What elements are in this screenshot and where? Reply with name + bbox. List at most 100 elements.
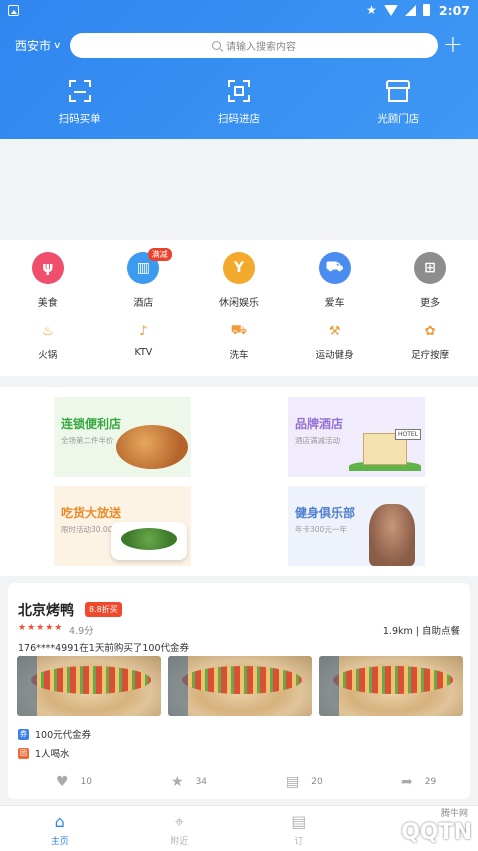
category-food[interactable]: ψ 美食 bbox=[0, 252, 96, 309]
watermark-text: QQTN bbox=[401, 820, 472, 845]
category-hotel[interactable]: ▥ 满减 酒店 bbox=[96, 248, 192, 309]
status-bar: ★ 2:07 bbox=[0, 0, 478, 20]
heart-icon: ♥ bbox=[56, 774, 69, 790]
scan-enter-icon bbox=[226, 78, 252, 104]
voucher-icon: 券 bbox=[18, 728, 29, 740]
promo-card-brand-hotel[interactable]: 品牌酒店 酒店满减活动 HOTEL bbox=[288, 397, 425, 477]
nav-label: 主页 bbox=[50, 837, 69, 847]
car-wash-icon: ⛟ bbox=[230, 322, 248, 338]
status-time: 2:07 bbox=[438, 2, 470, 18]
search-placeholder: 请输入搜索内容 bbox=[226, 42, 296, 53]
scan-enter-label: 扫码进店 bbox=[217, 113, 260, 125]
promo-card-fitness-club[interactable]: 健身俱乐部 年卡300元一年 bbox=[288, 486, 425, 566]
share-icon: ➦ bbox=[401, 774, 413, 790]
scan-pay-label: 扫码买单 bbox=[58, 113, 101, 125]
share-button[interactable]: ➦ 29 bbox=[353, 774, 468, 790]
chevron-down-icon: ∨ bbox=[53, 40, 62, 51]
shop-photo[interactable] bbox=[319, 656, 463, 716]
snacks-image bbox=[116, 425, 188, 469]
city-selector[interactable]: 西安市 ∨ bbox=[15, 37, 62, 54]
watermark-small-text: 腾牛网 bbox=[440, 809, 468, 819]
promo-section: 连锁便利店 全场第二件半价 品牌酒店 酒店满减活动 HOTEL 吃货大放送 限时… bbox=[0, 387, 478, 576]
category-grid: ψ 美食 ▥ 满减 酒店 Y 休闲娱乐 ⛟ 爱车 ⊞ 更多 ♨ 火锅 ♪ KTV bbox=[0, 240, 478, 376]
signal-icon bbox=[404, 4, 416, 16]
hotel-image: HOTEL bbox=[349, 427, 421, 471]
dumbbell-icon: ⚒ bbox=[328, 323, 341, 339]
watermark-logo: 腾牛网 QQTN bbox=[401, 809, 472, 845]
nav-order[interactable]: ▤ 订 bbox=[239, 806, 359, 851]
car-icon: ⛟ bbox=[318, 252, 351, 284]
nav-nearby[interactable]: ⌖ 附近 bbox=[120, 806, 240, 851]
location-icon: ⌖ bbox=[174, 812, 184, 831]
hotel-sign: HOTEL bbox=[394, 429, 421, 440]
home-icon: ⌂ bbox=[54, 812, 65, 831]
category-car[interactable]: ⛟ 爱车 bbox=[287, 252, 383, 309]
deal-group[interactable]: 团 1人喝水 bbox=[18, 746, 70, 760]
shop-photo[interactable] bbox=[17, 656, 161, 716]
shop-photo[interactable] bbox=[168, 656, 312, 716]
city-label: 西安市 bbox=[15, 39, 52, 53]
battery-icon bbox=[422, 4, 430, 16]
subcategory-car-wash[interactable]: ⛟ 洗车 bbox=[191, 322, 287, 362]
subcategory-label: 足疗按摩 bbox=[411, 350, 450, 361]
cocktail-icon: Y bbox=[222, 252, 255, 284]
bottom-nav: ⌂ 主页 ⌖ 附近 ▤ 订 腾牛网 QQTN bbox=[0, 805, 478, 851]
search-input[interactable]: 请输入搜索内容 bbox=[70, 33, 438, 58]
deal-text: 100元代金券 bbox=[35, 730, 92, 741]
scan-pay-button[interactable]: 扫码买单 bbox=[0, 78, 159, 126]
salad-image bbox=[111, 522, 187, 560]
add-icon[interactable]: + bbox=[443, 31, 463, 57]
comment-count: 20 bbox=[311, 777, 323, 787]
star-status-icon: ★ bbox=[366, 3, 377, 17]
grid-icon: ⊞ bbox=[414, 252, 447, 284]
category-leisure[interactable]: Y 休闲娱乐 bbox=[191, 252, 287, 309]
header: ★ 2:07 西安市 ∨ 请输入搜索内容 + 扫码买单 扫码进店 光顾门店 bbox=[0, 0, 478, 139]
subcategory-ktv[interactable]: ♪ KTV bbox=[96, 322, 192, 361]
favorite-button[interactable]: ★ 34 bbox=[123, 774, 238, 790]
nav-home[interactable]: ⌂ 主页 bbox=[0, 806, 120, 851]
share-count: 29 bbox=[424, 777, 437, 787]
notification-image-icon bbox=[8, 4, 19, 16]
microphone-icon: ♪ bbox=[139, 323, 148, 339]
category-label: 爱车 bbox=[324, 298, 345, 309]
like-count: 10 bbox=[80, 777, 93, 787]
comment-button[interactable]: ▤ 20 bbox=[238, 774, 353, 790]
nav-label: 附近 bbox=[170, 837, 189, 847]
deal-voucher[interactable]: 券 100元代金券 bbox=[18, 727, 91, 741]
promo-card-convenience-store[interactable]: 连锁便利店 全场第二件半价 bbox=[54, 397, 191, 477]
category-more[interactable]: ⊞ 更多 bbox=[382, 252, 478, 309]
order-icon: ▤ bbox=[291, 812, 307, 831]
purchase-news: 176****4991在1天前购买了100代金券 bbox=[18, 643, 189, 654]
subcategory-foot-massage[interactable]: ✿ 足疗按摩 bbox=[382, 322, 478, 362]
store-icon bbox=[385, 78, 411, 104]
subcategory-hotpot[interactable]: ♨ 火锅 bbox=[0, 322, 96, 362]
rating-score: 4.9分 bbox=[69, 626, 94, 637]
scan-pay-icon bbox=[67, 78, 93, 104]
like-button[interactable]: ♥ 10 bbox=[8, 774, 123, 790]
search-icon bbox=[212, 41, 221, 50]
discount-badge: 8.8折买 bbox=[85, 602, 122, 617]
visited-stores-button[interactable]: 光顾门店 bbox=[319, 78, 478, 126]
star-icon: ★ bbox=[171, 774, 184, 790]
subcategory-label: 火锅 bbox=[38, 350, 58, 361]
subcategory-label: 运动健身 bbox=[315, 350, 354, 361]
promo-card-foodie[interactable]: 吃货大放送 限时活动30.00 bbox=[54, 486, 191, 566]
deal-text: 1人喝水 bbox=[35, 749, 70, 760]
foot-icon: ✿ bbox=[424, 323, 436, 339]
scan-enter-button[interactable]: 扫码进店 bbox=[159, 78, 318, 126]
fork-knife-icon: ψ bbox=[31, 252, 64, 284]
shop-photos bbox=[17, 656, 463, 716]
visited-stores-label: 光顾门店 bbox=[377, 113, 420, 125]
shop-actions: ♥ 10 ★ 34 ▤ 20 ➦ 29 bbox=[8, 774, 470, 790]
distance-info: 1.9km | 自助点餐 bbox=[382, 626, 460, 637]
promo-title: 吃货大放送 bbox=[61, 506, 122, 520]
category-label: 酒店 bbox=[133, 298, 154, 309]
comment-icon: ▤ bbox=[286, 774, 300, 790]
nav-label: 订 bbox=[294, 837, 304, 847]
subcategory-label: KTV bbox=[134, 347, 153, 358]
subcategory-fitness[interactable]: ⚒ 运动健身 bbox=[287, 322, 383, 362]
subcategory-label: 洗车 bbox=[229, 350, 249, 361]
category-label: 更多 bbox=[420, 298, 441, 309]
shop-card[interactable]: 北京烤鸭 8.8折买 ★★★★★ 4.9分 1.9km | 自助点餐 176**… bbox=[8, 583, 470, 799]
favorite-count: 34 bbox=[195, 777, 208, 787]
